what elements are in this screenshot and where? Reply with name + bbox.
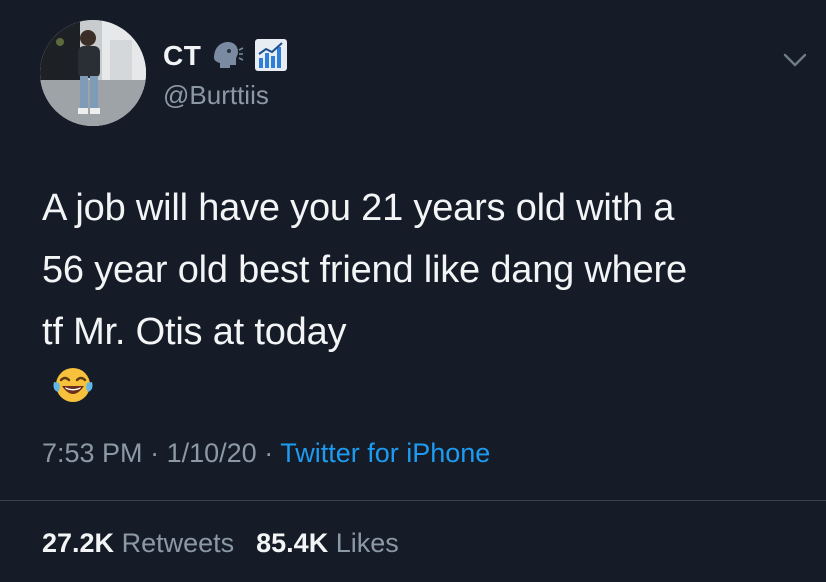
tweet-line: tf Mr. Otis at today	[42, 311, 347, 353]
likes-label: Likes	[335, 528, 399, 558]
tweet-card: CT @Burttiis A job will have you 21 year…	[0, 0, 826, 582]
meta-separator: ·	[264, 438, 274, 468]
retweets-count: 27.2K	[42, 528, 115, 558]
tweet-line: 56 year old best friend like dang where	[42, 249, 687, 291]
retweets-stat[interactable]: 27.2K Retweets	[42, 528, 234, 558]
display-name[interactable]: CT	[163, 40, 201, 72]
likes-count: 85.4K	[256, 528, 329, 558]
tweet-source-link[interactable]: Twitter for iPhone	[280, 438, 490, 468]
tweet-meta: 7:53 PM · 1/10/20 · Twitter for iPhone	[42, 438, 490, 469]
retweets-label: Retweets	[121, 528, 235, 558]
meta-separator: ·	[150, 438, 160, 468]
chevron-down-icon[interactable]	[782, 50, 808, 70]
tweet-stats: 27.2K Retweets 85.4K Likes	[42, 528, 399, 559]
avatar[interactable]	[40, 20, 146, 126]
face-with-tears-of-joy-icon	[52, 363, 94, 405]
tweet-text: A job will have you 21 years old with a …	[42, 177, 812, 405]
tweet-date[interactable]: 1/10/20	[167, 438, 257, 468]
chart-increasing-icon	[254, 38, 288, 72]
speaking-head-icon	[210, 38, 244, 72]
tweet-line: A job will have you 21 years old with a	[42, 187, 675, 229]
likes-stat[interactable]: 85.4K Likes	[256, 528, 399, 558]
tweet-line-last: tf Mr. Otis at today	[42, 301, 812, 405]
user-handle[interactable]: @Burttiis	[163, 80, 269, 111]
tweet-time[interactable]: 7:53 PM	[42, 438, 143, 468]
divider	[0, 500, 826, 501]
